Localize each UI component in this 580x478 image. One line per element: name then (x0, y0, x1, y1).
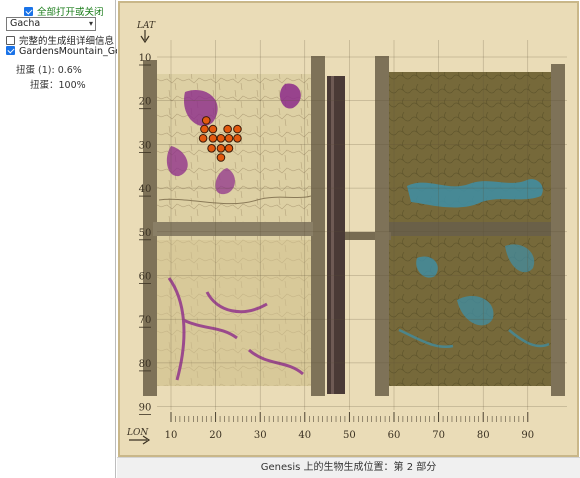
center-right-pillar (375, 56, 389, 396)
spawn-point-marker (224, 144, 234, 153)
left-crossbar (153, 222, 313, 236)
spawn-point-marker (224, 133, 234, 143)
lat-axis: 10 20 30 40 50 60 70 80 90 (139, 53, 152, 416)
lat-tick-label: 30 (139, 140, 152, 151)
spawn-point-marker (216, 133, 226, 143)
chevron-down-icon: ▾ (88, 19, 93, 28)
lat-tick-label: 90 (139, 403, 152, 414)
toggle-all-checkbox[interactable]: 全部打开或关闭 (24, 4, 104, 18)
right-biome-panel (387, 72, 555, 386)
lat-tick-label: 60 (139, 272, 152, 283)
lon-tick-label: 10 (165, 430, 178, 441)
spawn-point-marker (207, 144, 216, 153)
right-crossbar (387, 222, 555, 236)
lat-tick-label: 50 (139, 228, 152, 239)
spawn-point-marker (208, 124, 218, 134)
map-canvas: 10 20 30 40 50 60 70 80 90 10 20 30 40 50 60 70 80 90 LA… (118, 1, 579, 457)
lon-tick-label: 30 (254, 430, 267, 441)
spawn-point-marker (233, 124, 242, 134)
lon-tick-label: 20 (209, 430, 222, 441)
lon-tick-label: 80 (477, 430, 490, 441)
spawn-group-chance: 扭蛋 (1): 0.6% (16, 65, 82, 76)
checkbox-checked-icon[interactable] (24, 7, 33, 16)
spawn-point-marker (223, 124, 232, 134)
spawn-point-marker (208, 133, 218, 143)
spawn-point-marker (201, 116, 211, 125)
lon-tick-label: 90 (521, 430, 534, 441)
spawn-point-marker (233, 133, 242, 143)
creature-select[interactable]: Gacha ▾ (6, 17, 96, 31)
lat-axis-title: LAT (136, 21, 156, 31)
lat-tick-label: 20 (139, 97, 152, 108)
spawn-point-marker (216, 144, 226, 153)
map-caption: Genesis 上的生物生成位置：第 2 部分 (117, 457, 580, 478)
spawn-point-marker (198, 133, 208, 143)
lon-tick-label: 60 (388, 430, 401, 441)
checkbox-checked-icon[interactable] (6, 46, 15, 55)
spawn-point-marker (216, 153, 226, 162)
spawn-group-checkbox[interactable]: GardensMountain_Gen2 (6, 46, 133, 57)
lon-tick-label: 40 (298, 430, 311, 441)
creature-chance: 扭蛋：100% (30, 80, 86, 91)
lon-tick-label: 70 (432, 430, 445, 441)
spawn-group-label: GardensMountain_Gen2 (19, 46, 134, 57)
creature-select-value: Gacha (10, 18, 41, 29)
dark-cylinder (327, 76, 345, 394)
cylinder-highlight (331, 76, 334, 394)
genesis-map: 10 20 30 40 50 60 70 80 90 10 20 30 40 50 60 70 80 90 LA… (117, 0, 580, 458)
spawn-point-marker (200, 124, 209, 134)
right-pillar (551, 64, 565, 396)
lon-tick-label: 50 (343, 430, 356, 441)
spawn-filter-panel: 全部打开或关闭 Gacha ▾ 完整的生成组详细信息 GardensMounta… (0, 0, 133, 478)
lat-tick-label: 70 (139, 315, 152, 326)
lat-tick-label: 40 (139, 184, 152, 195)
lat-tick-label: 80 (139, 359, 152, 370)
checkbox-unchecked-icon[interactable] (6, 36, 15, 45)
detail-checkbox[interactable]: 完整的生成组详细信息 (6, 33, 114, 47)
lat-tick-label: 10 (139, 53, 152, 64)
center-left-pillar (311, 56, 325, 396)
lon-axis-title: LON (126, 428, 149, 438)
